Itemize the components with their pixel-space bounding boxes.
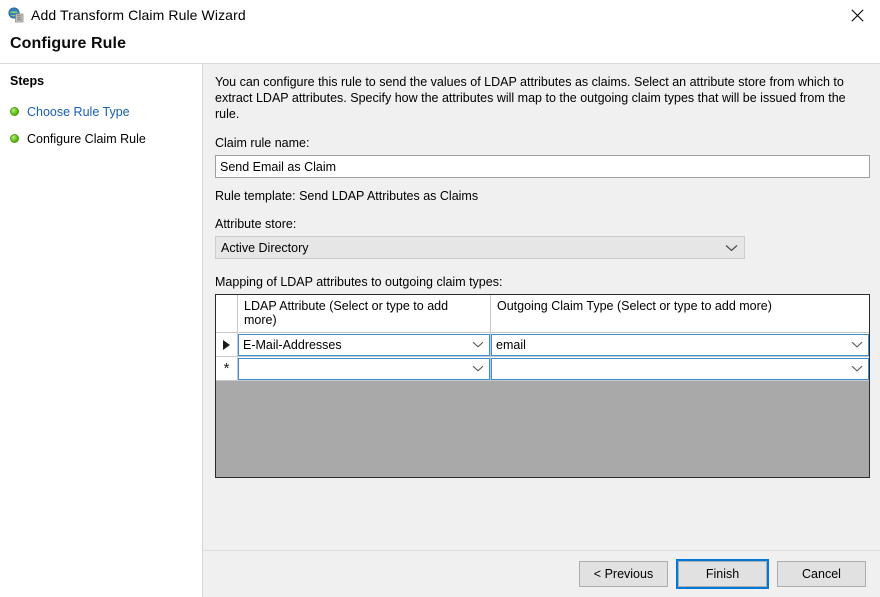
cell-outgoing-claim-type[interactable]: email: [491, 333, 869, 356]
row-selector-cell[interactable]: [216, 333, 238, 356]
steps-sidebar: Steps Choose Rule Type Configure Claim R…: [0, 64, 203, 597]
grid-header-outgoing-claim-type[interactable]: Outgoing Claim Type (Select or type to a…: [491, 295, 869, 332]
steps-heading: Steps: [0, 74, 202, 98]
current-row-arrow-icon: [223, 340, 230, 350]
attribute-store-label: Attribute store:: [215, 217, 870, 231]
chevron-down-icon: [472, 341, 484, 348]
column-header-label: LDAP Attribute (Select or type to add mo…: [244, 299, 484, 327]
grid-header-row: LDAP Attribute (Select or type to add mo…: [216, 295, 869, 333]
chevron-down-icon: [851, 365, 863, 372]
new-row-asterisk-icon: *: [224, 364, 230, 374]
content-panel: You can configure this rule to send the …: [203, 64, 880, 597]
cancel-button[interactable]: Cancel: [777, 561, 866, 587]
page-title: Configure Rule: [0, 30, 880, 63]
grid-header-selector-cell: [216, 295, 238, 332]
sidebar-item-choose-rule-type[interactable]: Choose Rule Type: [0, 98, 202, 125]
button-bar: < Previous Finish Cancel: [203, 550, 880, 597]
ldap-attribute-select[interactable]: [238, 358, 490, 380]
cell-ldap-attribute[interactable]: E-Mail-Addresses: [238, 333, 491, 356]
claim-rule-name-label: Claim rule name:: [215, 136, 870, 150]
grid-header-ldap-attribute[interactable]: LDAP Attribute (Select or type to add mo…: [238, 295, 491, 332]
outgoing-claim-type-select[interactable]: email: [491, 334, 869, 356]
chevron-down-icon: [472, 365, 484, 372]
sidebar-item-label: Choose Rule Type: [27, 105, 130, 119]
row-selector-cell[interactable]: *: [216, 357, 238, 380]
ldap-attribute-select[interactable]: E-Mail-Addresses: [238, 334, 490, 356]
finish-button[interactable]: Finish: [678, 561, 767, 587]
intro-description: You can configure this rule to send the …: [215, 74, 870, 122]
attribute-store-value: Active Directory: [221, 241, 309, 255]
previous-button[interactable]: < Previous: [579, 561, 668, 587]
table-row[interactable]: E-Mail-Addresses email: [216, 333, 869, 357]
sidebar-item-label: Configure Claim Rule: [27, 132, 146, 146]
mapping-label: Mapping of LDAP attributes to outgoing c…: [215, 275, 870, 289]
claim-rule-name-input[interactable]: [215, 155, 870, 178]
outgoing-claim-type-select[interactable]: [491, 358, 869, 380]
content-main: You can configure this rule to send the …: [203, 64, 880, 550]
wizard-window: Add Transform Claim Rule Wizard Configur…: [0, 0, 880, 597]
wizard-body: Steps Choose Rule Type Configure Claim R…: [0, 63, 880, 597]
close-button[interactable]: [834, 0, 880, 30]
table-row[interactable]: *: [216, 357, 869, 381]
ldap-mapping-grid: LDAP Attribute (Select or type to add mo…: [215, 294, 870, 478]
cell-outgoing-claim-type[interactable]: [491, 357, 869, 380]
window-title: Add Transform Claim Rule Wizard: [31, 7, 246, 23]
outgoing-claim-type-value: email: [496, 338, 526, 352]
adfs-server-globe-icon: [8, 7, 24, 23]
ldap-attribute-value: E-Mail-Addresses: [243, 338, 342, 352]
cell-ldap-attribute[interactable]: [238, 357, 491, 380]
rule-template-text: Rule template: Send LDAP Attributes as C…: [215, 189, 870, 203]
title-bar: Add Transform Claim Rule Wizard: [0, 0, 880, 30]
close-icon: [851, 9, 864, 22]
step-current-bullet-icon: [10, 134, 19, 143]
grid-empty-area: [216, 381, 869, 478]
step-complete-bullet-icon: [10, 107, 19, 116]
sidebar-item-configure-claim-rule[interactable]: Configure Claim Rule: [0, 125, 202, 152]
attribute-store-select[interactable]: Active Directory: [215, 236, 745, 259]
column-header-label: Outgoing Claim Type (Select or type to a…: [497, 299, 772, 313]
chevron-down-icon: [725, 244, 738, 252]
chevron-down-icon: [851, 341, 863, 348]
